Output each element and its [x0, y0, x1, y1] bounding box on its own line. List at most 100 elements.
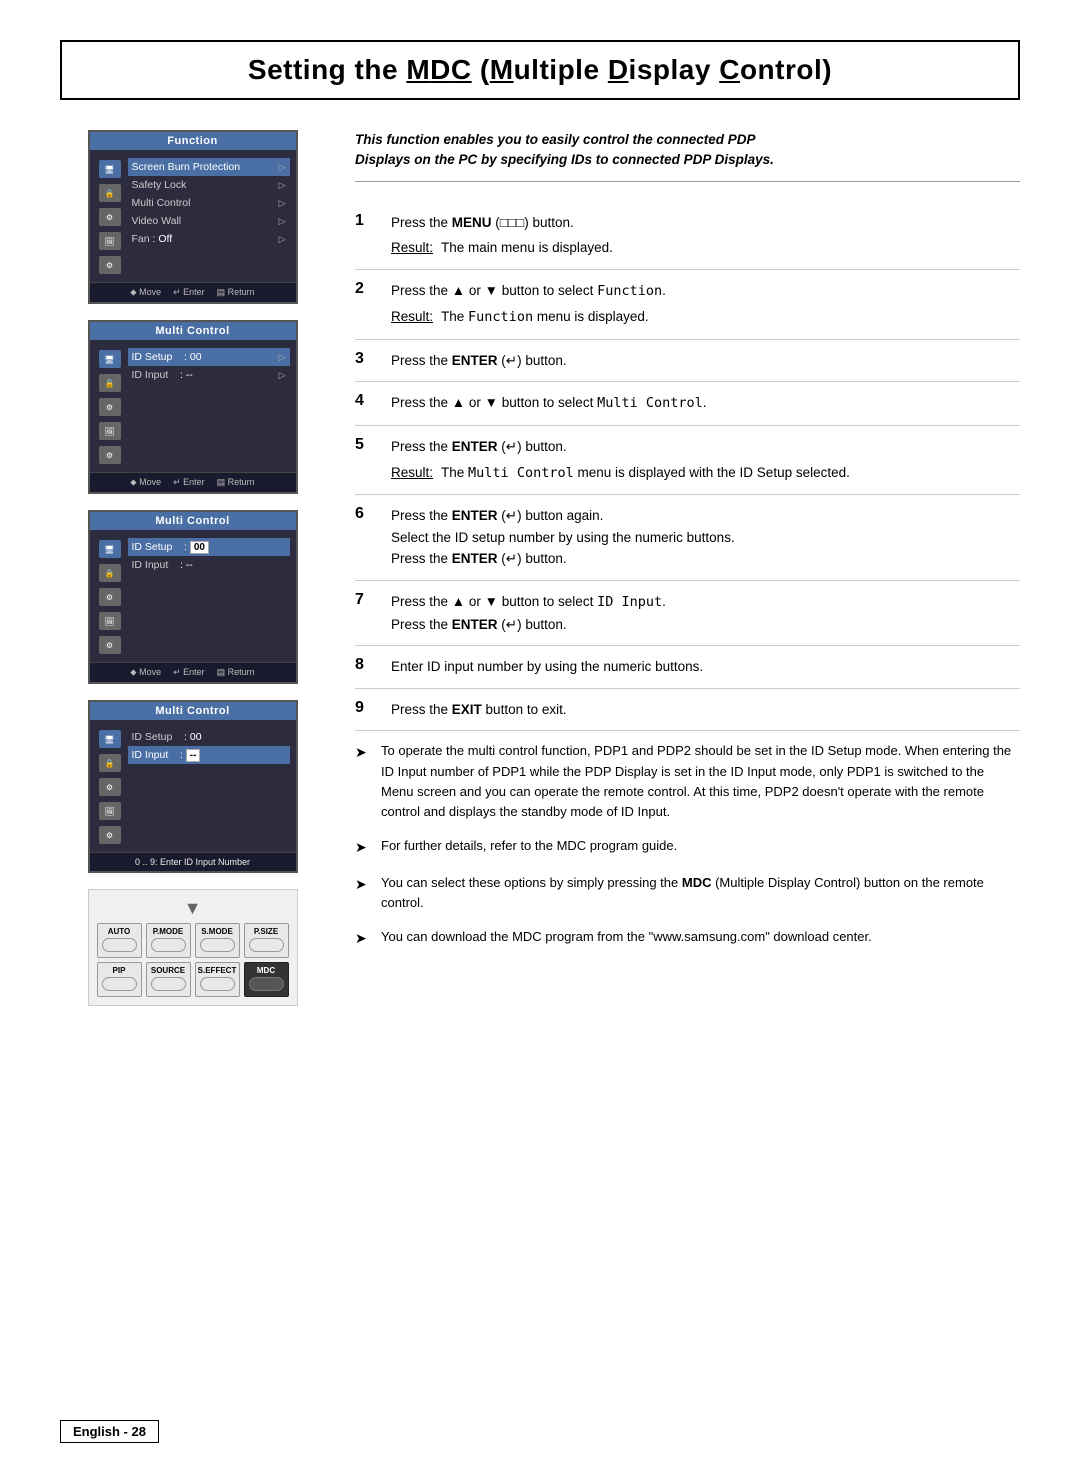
footer-return: ▤ Return: [217, 287, 255, 298]
content-layout: Function 🖥 🔒 ⚙ 🖼 ⚙ Screen Burn Protec: [60, 130, 1020, 1006]
step-content-3: Press the ENTER (↵) button.: [391, 350, 1020, 372]
step-5: 5 Press the ENTER (↵) button. Result: Th…: [355, 426, 1020, 495]
menu-item-screen-burn: Screen Burn Protection▷: [128, 158, 290, 176]
menu3-item-id-input: ID Input : --: [128, 556, 290, 574]
note-4: ➤ You can download the MDC program from …: [355, 927, 1020, 950]
remote-btn-seffect: S.EFFECT: [195, 962, 240, 997]
footer-enter: ↵ Enter: [173, 287, 205, 298]
menu-item-video-wall: Video Wall▷: [128, 212, 290, 230]
icon-lock: 🔒: [99, 184, 121, 202]
icon-lock3: 🔒: [99, 564, 121, 582]
menu4-icons: 🖥 🔒 ⚙ 🖼 ⚙: [96, 728, 124, 844]
icon-screen: 🖥: [99, 160, 121, 178]
intro-paragraph: This function enables you to easily cont…: [355, 130, 1020, 182]
remote-btn-pip: PIP: [97, 962, 142, 997]
menu3-title: Multi Control: [90, 512, 296, 530]
menu3-icons: 🖥 🔒 ⚙ 🖼 ⚙: [96, 538, 124, 654]
menu-screenshot-2: Multi Control 🖥 🔒 ⚙ 🖼 ⚙ ID Setup :: [88, 320, 298, 494]
note-text-1: To operate the multi control function, P…: [381, 741, 1020, 822]
note-3: ➤ You can select these options by simply…: [355, 873, 1020, 913]
menu-item-multi-control: Multi Control▷: [128, 194, 290, 212]
icon-lock4: 🔒: [99, 754, 121, 772]
result-label-1: Result:: [391, 237, 433, 259]
step-content-8: Enter ID input number by using the numer…: [391, 656, 1020, 678]
step-2: 2 Press the ▲ or ▼ button to select Func…: [355, 270, 1020, 340]
remote-row1: AUTO P.MODE S.MODE P.SIZE: [97, 923, 289, 958]
icon-screen2: 🖥: [99, 350, 121, 368]
menu3-item-id-setup: ID Setup : 00: [128, 538, 290, 556]
icon-screen3: 🖥: [99, 540, 121, 558]
menu2-item-id-input: ID Input : --▷: [128, 366, 290, 384]
step-content-9: Press the EXIT button to exit.: [391, 699, 1020, 721]
step-num-2: 2: [355, 280, 375, 298]
step-6: 6 Press the ENTER (↵) button again. Sele…: [355, 495, 1020, 581]
step-content-1: Press the MENU (□□□) button. Result: The…: [391, 212, 1020, 259]
menu1-icons: 🖥 🔒 ⚙ 🖼 ⚙: [96, 158, 124, 274]
menu2-footer: ⬥ Move ↵ Enter ▤ Return: [90, 472, 296, 492]
footer-move: ⬥ Move: [130, 287, 161, 298]
menu2-body: 🖥 🔒 ⚙ 🖼 ⚙ ID Setup : 00▷ ID Input: [90, 340, 296, 472]
remote-btn-source: SOURCE: [146, 962, 191, 997]
note-2: ➤ For further details, refer to the MDC …: [355, 836, 1020, 859]
step-num-5: 5: [355, 436, 375, 454]
step-9: 9 Press the EXIT button to exit.: [355, 689, 1020, 732]
menu1-body: 🖥 🔒 ⚙ 🖼 ⚙ Screen Burn Protection▷ Safe: [90, 150, 296, 282]
menu-screenshot-4: Multi Control 🖥 🔒 ⚙ 🖼 ⚙ ID Setup :: [88, 700, 298, 873]
result-text-5: The Multi Control menu is displayed with…: [441, 462, 850, 485]
step-content-4: Press the ▲ or ▼ button to select Multi …: [391, 392, 1020, 415]
step-8: 8 Enter ID input number by using the num…: [355, 646, 1020, 689]
step-1: 1 Press the MENU (□□□) button. Result: T…: [355, 202, 1020, 270]
result-label-5: Result:: [391, 462, 433, 485]
icon-gear: ⚙: [99, 208, 121, 226]
menu4-footer-label: 0 .. 9: Enter ID Input Number: [135, 857, 250, 867]
menu2-item-id-setup: ID Setup : 00▷: [128, 348, 290, 366]
step-7: 7 Press the ▲ or ▼ button to select ID I…: [355, 581, 1020, 646]
step-num-7: 7: [355, 591, 375, 609]
icon-lock2: 🔒: [99, 374, 121, 392]
menu4-item-id-setup: ID Setup : 00: [128, 728, 290, 746]
result-text-2: The Function menu is displayed.: [441, 306, 649, 329]
step-4: 4 Press the ▲ or ▼ button to select Mult…: [355, 382, 1020, 426]
page-footer: English - 28: [60, 1420, 159, 1443]
step-num-3: 3: [355, 350, 375, 368]
menu4-title: Multi Control: [90, 702, 296, 720]
menu1-items: Screen Burn Protection▷ Safety Lock▷ Mul…: [124, 158, 290, 274]
icon-settings: ⚙: [99, 256, 121, 274]
note-text-2: For further details, refer to the MDC pr…: [381, 836, 677, 856]
menu3-footer: ⬥ Move ↵ Enter ▤ Return: [90, 662, 296, 682]
step-num-9: 9: [355, 699, 375, 717]
step-3: 3 Press the ENTER (↵) button.: [355, 340, 1020, 383]
menu3-body: 🖥 🔒 ⚙ 🖼 ⚙ ID Setup : 00 ID Input: [90, 530, 296, 662]
remote-control-image: ▼ AUTO P.MODE S.MODE P.SIZE PIP SOURCE S…: [88, 889, 298, 1006]
step-num-4: 4: [355, 392, 375, 410]
note-arrow-2: ➤: [355, 837, 371, 859]
step-content-2: Press the ▲ or ▼ button to select Functi…: [391, 280, 1020, 329]
note-text-3: You can select these options by simply p…: [381, 873, 1020, 913]
step-content-7: Press the ▲ or ▼ button to select ID Inp…: [391, 591, 1020, 635]
steps-list: 1 Press the MENU (□□□) button. Result: T…: [355, 202, 1020, 732]
step-content-6: Press the ENTER (↵) button again. Select…: [391, 505, 1020, 570]
icon-settings4: ⚙: [99, 826, 121, 844]
right-column: This function enables you to easily cont…: [355, 130, 1020, 964]
remote-btn-mdc: MDC: [244, 962, 289, 997]
menu1-title: Function: [90, 132, 296, 150]
note-arrow-3: ➤: [355, 874, 371, 896]
menu3-items: ID Setup : 00 ID Input : --: [124, 538, 290, 654]
remote-btn-auto: AUTO: [97, 923, 142, 958]
footer-page-label: English - 28: [60, 1420, 159, 1443]
menu4-body: 🖥 🔒 ⚙ 🖼 ⚙ ID Setup : 00 ID Input: [90, 720, 296, 852]
icon-image4: 🖼: [99, 802, 121, 820]
step-num-1: 1: [355, 212, 375, 230]
menu-item-fan: Fan : Off▷: [128, 230, 290, 248]
menu2-items: ID Setup : 00▷ ID Input : --▷: [124, 348, 290, 464]
icon-settings3: ⚙: [99, 636, 121, 654]
icon-screen4: 🖥: [99, 730, 121, 748]
icon-image2: 🖼: [99, 422, 121, 440]
page: Setting the MDC (Multiple Display Contro…: [0, 0, 1080, 1473]
note-arrow-4: ➤: [355, 928, 371, 950]
menu2-title: Multi Control: [90, 322, 296, 340]
result-text-1: The main menu is displayed.: [441, 237, 613, 259]
menu4-item-id-input: ID Input : --: [128, 746, 290, 764]
menu4-items: ID Setup : 00 ID Input : --: [124, 728, 290, 844]
remote-btn-smode: S.MODE: [195, 923, 240, 958]
